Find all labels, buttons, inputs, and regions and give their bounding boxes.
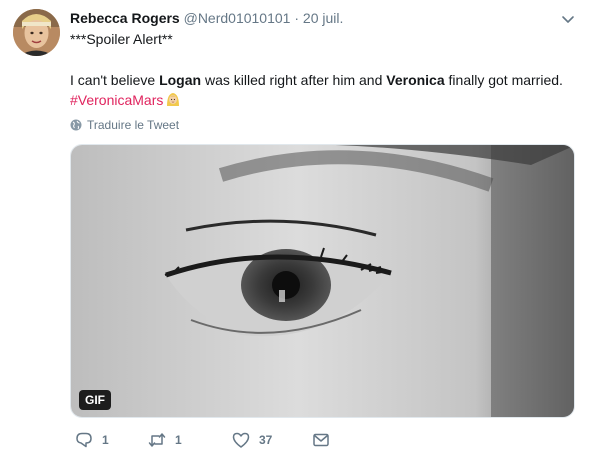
spoiler-line: ***Spoiler Alert**	[70, 31, 173, 47]
hashtag-link[interactable]: #VeronicaMars	[70, 92, 163, 108]
envelope-icon	[313, 433, 329, 447]
author-name[interactable]: Rebecca Rogers	[70, 10, 180, 26]
like-button[interactable]: 37	[232, 431, 272, 449]
tweet-actions: 1 1 37	[70, 431, 575, 451]
heart-icon	[232, 432, 250, 448]
gif-media[interactable]: GIF	[70, 144, 575, 418]
reply-count: 1	[102, 433, 109, 447]
direct-message-button[interactable]	[312, 431, 330, 449]
eye-gif-image	[71, 145, 574, 417]
bold-name-logan: Logan	[159, 72, 202, 88]
tweet[interactable]: Rebecca Rogers @Nerd01010101 · 20 juil. …	[0, 0, 589, 464]
translate-label: Traduire le Tweet	[87, 118, 180, 132]
bold-name-veronica: Veronica	[386, 72, 445, 88]
tweet-text-part: was killed right after him and	[201, 72, 387, 88]
gif-badge: GIF	[79, 390, 111, 410]
retweet-count: 1	[175, 433, 182, 447]
like-count: 37	[259, 433, 273, 447]
tweet-text-part: I can't believe	[70, 72, 160, 88]
avatar[interactable]	[13, 9, 60, 56]
author-handle[interactable]: @Nerd01010101	[184, 10, 291, 26]
chevron-down-icon[interactable]	[561, 12, 575, 26]
globe-icon	[70, 119, 82, 131]
separator-dot: ·	[294, 10, 300, 26]
reply-icon	[76, 432, 92, 448]
timestamp[interactable]: 20 juil.	[303, 10, 343, 26]
blonde-person-emoji-icon	[167, 93, 180, 106]
translate-tweet-link[interactable]: Traduire le Tweet	[70, 117, 179, 133]
retweet-icon	[148, 433, 166, 447]
tweet-text: I can't believe Logan was killed right a…	[70, 70, 575, 110]
retweet-button[interactable]: 1	[148, 431, 182, 449]
tweet-header: Rebecca Rogers @Nerd01010101 · 20 juil.	[70, 9, 343, 27]
reply-button[interactable]: 1	[75, 431, 109, 449]
tweet-text-part: finally got married.	[444, 72, 563, 88]
